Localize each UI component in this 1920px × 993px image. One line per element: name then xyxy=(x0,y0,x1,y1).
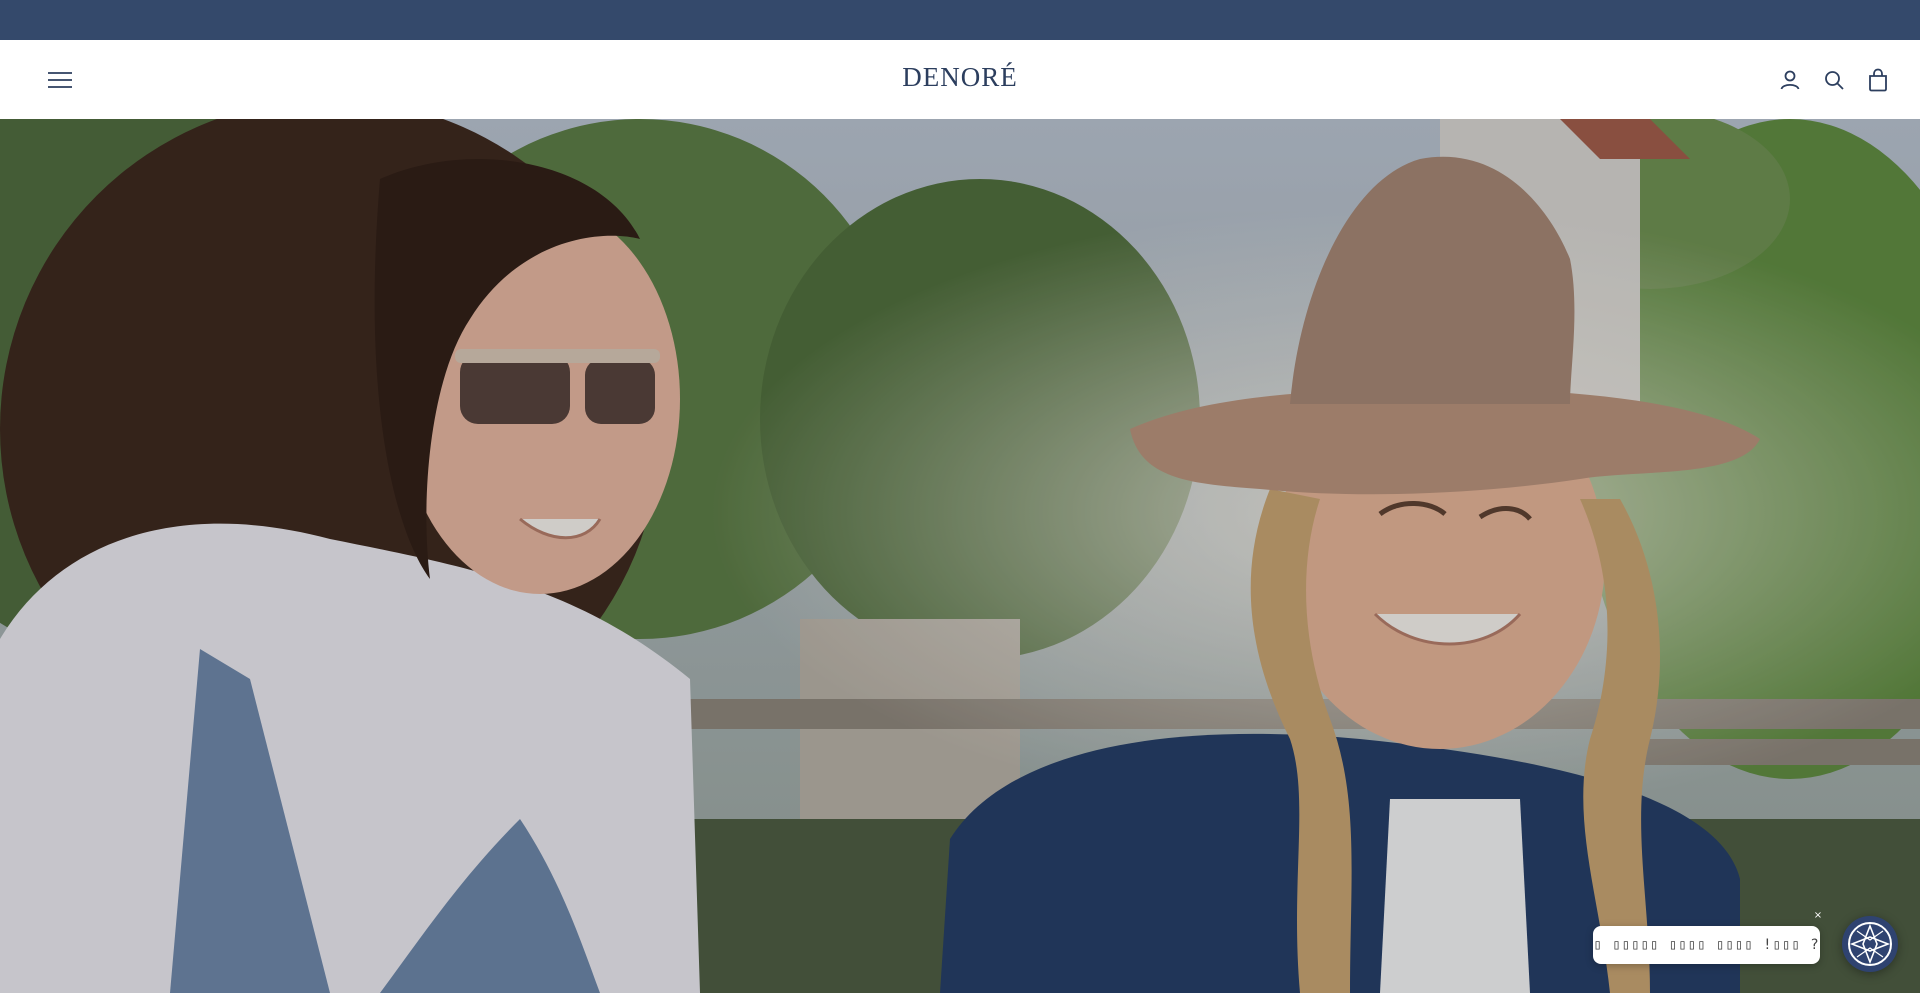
account-icon xyxy=(1780,70,1800,90)
chat-prompt-bubble[interactable]: ▯▯ ▯▯▯▯▯ ▯▯▯▯ ▯▯▯▯ !▯▯▯ ?▯ xyxy=(1593,926,1820,964)
chat-launcher-button[interactable] xyxy=(1842,916,1898,972)
header-actions xyxy=(1774,64,1894,96)
account-button[interactable] xyxy=(1774,64,1806,96)
hero-video[interactable] xyxy=(0,119,1920,993)
site-header: DENORÉ xyxy=(0,40,1920,119)
search-icon xyxy=(1825,71,1844,90)
hero-image xyxy=(0,119,1920,993)
menu-button[interactable] xyxy=(44,64,76,96)
chat-bubble-close-button[interactable]: × xyxy=(1812,910,1824,922)
chat-logo-icon xyxy=(1848,922,1892,966)
announcement-bar xyxy=(0,0,1920,40)
brand-logo[interactable]: DENORÉ xyxy=(902,62,1018,92)
shopping-bag-icon xyxy=(1869,68,1887,92)
cart-button[interactable] xyxy=(1862,64,1894,96)
search-button[interactable] xyxy=(1818,64,1850,96)
hamburger-menu-icon xyxy=(48,72,72,88)
